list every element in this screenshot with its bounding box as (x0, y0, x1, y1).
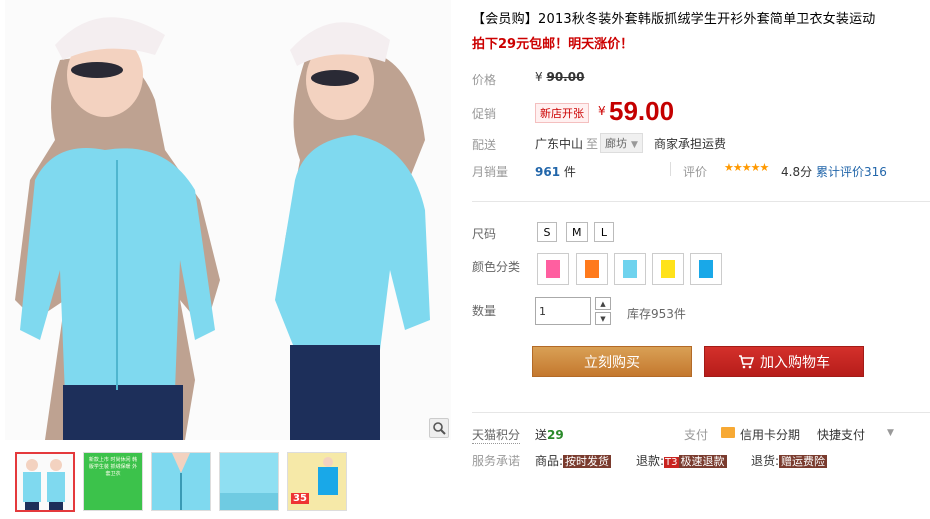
color-option-sky-blue[interactable] (614, 253, 646, 285)
rating-score: 4.8分 (781, 165, 813, 179)
service-refund-prefix: 退款: (636, 454, 665, 468)
service-return-prefix: 退货: (751, 454, 780, 468)
add-to-cart-label: 加入购物车 (760, 354, 830, 371)
return-shipping-insurance-badge: 赠运费险 (779, 455, 828, 468)
original-price-currency: ¥ (535, 70, 543, 84)
product-subtitle: 拍下29元包邮！明天涨价！ (472, 37, 634, 52)
quantity-increment-button[interactable]: ▲ (595, 297, 611, 310)
stock-count: 库存953件 (627, 307, 686, 321)
shipping-fee: 商家承担运费 (654, 137, 727, 151)
thumbnail-2-text: 新款上市 时尚休闲 韩版学生装 抓绒保暖 外套卫衣 (88, 457, 138, 477)
thumbnail-strip: 新款上市 时尚休闲 韩版学生装 抓绒保暖 外套卫衣 35 (15, 452, 347, 512)
product-info-panel: 【会员购】2013秋冬装外套韩版抓绒学生开衫外套简单卫衣女装运动 拍下29元包邮… (470, 0, 930, 519)
destination-city: 廊坊 (605, 137, 627, 150)
divider (670, 162, 671, 176)
promo-badge: 新店开张 (535, 103, 589, 123)
color-option-orange[interactable] (576, 253, 608, 285)
payment-label: 支付 (684, 428, 709, 442)
points-value: 29 (547, 428, 564, 442)
destination-city-select[interactable]: 廊坊 ▼ (600, 133, 643, 153)
main-product-image[interactable] (5, 0, 451, 440)
quantity-decrement-button[interactable]: ▼ (595, 312, 611, 325)
price-currency: ¥ (598, 104, 606, 118)
product-photo (5, 0, 451, 440)
quantity-input[interactable] (535, 297, 591, 325)
color-option-pink[interactable] (537, 253, 569, 285)
fast-refund-badge: 极速退款 (678, 455, 727, 468)
swatch-fill (623, 260, 637, 278)
monthly-sales-unit: 件 (563, 165, 576, 179)
original-price-label: 价格 (472, 73, 497, 87)
buy-now-button[interactable]: 立刻购买 (532, 346, 692, 377)
on-time-delivery-badge: 按时发货 (563, 455, 612, 468)
thumbnail-4[interactable] (219, 452, 279, 511)
ship-to-label: 至 (586, 137, 599, 151)
quantity-label: 数量 (472, 304, 497, 318)
zoom-icon[interactable] (429, 418, 449, 438)
service-goods[interactable]: 商品: 按时发货 (535, 452, 612, 469)
divider (472, 412, 930, 413)
original-price-value: 90.00 (546, 70, 585, 84)
ship-from: 广东中山 (535, 137, 584, 151)
thumbnail-promo-badge: 35 (291, 493, 309, 504)
original-price: ¥ 90.00 (535, 70, 584, 84)
size-option-s[interactable]: S (537, 222, 557, 242)
swatch-fill (699, 260, 713, 278)
swatch-fill (661, 260, 675, 278)
color-option-blue[interactable] (690, 253, 722, 285)
add-to-cart-button[interactable]: 加入购物车 (704, 346, 864, 377)
product-title: 【会员购】2013秋冬装外套韩版抓绒学生开衫外套简单卫衣女装运动 (472, 12, 876, 27)
service-refund[interactable]: 退款:T3 极速退款 (636, 452, 727, 469)
cart-icon (739, 354, 754, 368)
credit-installment-link[interactable]: 信用卡分期 (740, 426, 800, 443)
promo-price-label: 促销 (472, 107, 497, 121)
chevron-down-icon[interactable]: ▼ (887, 428, 894, 438)
monthly-sales-label: 月销量 (472, 165, 509, 179)
service-return[interactable]: 退货: 赠运费险 (751, 452, 828, 469)
service-goods-prefix: 商品: (535, 454, 564, 468)
credit-card-icon (721, 427, 735, 438)
promo-price: 59.00 (609, 96, 675, 126)
thumbnail-1[interactable] (15, 452, 75, 512)
color-label: 颜色分类 (472, 260, 521, 274)
swatch-fill (585, 260, 599, 278)
size-option-l[interactable]: L (594, 222, 614, 242)
shipping-label: 配送 (472, 138, 497, 152)
review-count-link[interactable]: 累计评价316 (816, 163, 887, 180)
divider (472, 201, 930, 202)
monthly-sales: 961 件 (535, 163, 576, 180)
size-option-m[interactable]: M (566, 222, 588, 242)
points-prefix: 送 (535, 428, 548, 442)
star-rating-icon: ★★★★★ (724, 161, 769, 174)
quick-pay-link[interactable]: 快捷支付 (817, 426, 865, 443)
thumbnail-2[interactable]: 新款上市 时尚休闲 韩版学生装 抓绒保暖 外套卫衣 (83, 452, 143, 511)
size-label: 尺码 (472, 227, 497, 241)
swatch-fill (546, 260, 560, 278)
tmall-points-label[interactable]: 天猫积分 (472, 426, 521, 444)
color-option-yellow[interactable] (652, 253, 684, 285)
monthly-sales-count: 961 (535, 165, 561, 179)
product-gallery: 新款上市 时尚休闲 韩版学生装 抓绒保暖 外套卫衣 35 (0, 0, 452, 519)
thumbnail-5[interactable]: 35 (287, 452, 347, 511)
tmall-points: 送29 (535, 426, 564, 443)
buy-now-label: 立刻购买 (584, 354, 640, 371)
chevron-down-icon: ▼ (631, 140, 638, 150)
service-label: 服务承诺 (472, 454, 521, 468)
rating-label: 评价 (683, 165, 708, 179)
thumbnail-3[interactable] (151, 452, 211, 511)
t3-badge: T3 (664, 457, 679, 468)
